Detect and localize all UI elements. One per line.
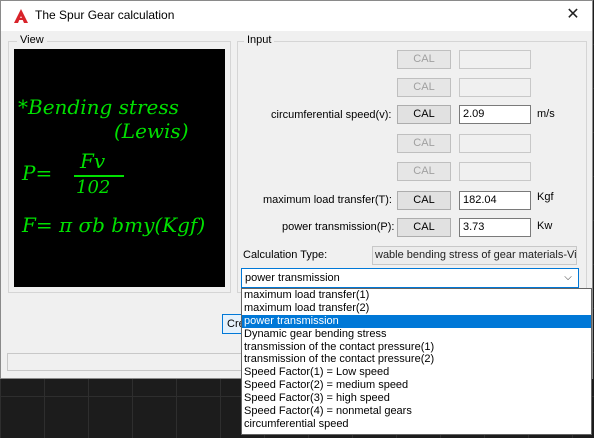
cal-button-5[interactable]: CAL [397,162,451,181]
dropdown-option-highlighted[interactable]: power transmission [242,314,591,328]
circumferential-speed-label: circumferential speed(v): [271,109,392,121]
dropdown-option[interactable]: transmission of the contact pressure(2) [242,353,591,366]
close-button[interactable]: ✕ [558,3,588,27]
max-load-transfer-field[interactable]: 182.04 [459,191,531,210]
cal-button-2[interactable]: CAL [397,78,451,97]
dropdown-option[interactable]: circumferential speed [242,418,591,431]
chevron-down-icon[interactable]: ⌵ [562,269,574,287]
calculation-type-combobox[interactable]: power transmission ⌵ [241,268,579,288]
cal-circumferential-speed-button[interactable]: CAL [397,105,451,124]
calculation-type-dropdown: maximum load transfer(1) maximum load tr… [241,288,592,435]
dropdown-option[interactable]: Dynamic gear bending stress [242,328,591,341]
formula-subtitle: (Lewis) [114,119,189,143]
formula-view: *Bending stress (Lewis) P= Fv 102 F= π σ… [14,49,225,287]
power-transmission-field[interactable]: 3.73 [459,218,531,237]
circumferential-speed-unit: m/s [537,108,555,120]
value-field-4[interactable] [459,134,531,153]
power-transmission-label: power transmission(P): [282,221,395,233]
status-bar [7,353,243,371]
window-title: The Spur Gear calculation [35,8,175,22]
max-load-transfer-unit: Kgf [537,191,554,203]
input-group-label: Input [244,34,275,46]
formula-numerator: Fv [80,149,106,173]
dropdown-option[interactable]: Speed Factor(2) = medium speed [242,379,591,392]
formula-p-equals: P= [22,161,53,185]
formula-force: F= π σb bmy(Kgf) [22,213,206,237]
circumferential-speed-field[interactable]: 2.09 [459,105,531,124]
cal-max-load-transfer-button[interactable]: CAL [397,191,451,210]
calculation-type-label: Calculation Type: [243,249,328,261]
calculation-type-field[interactable]: wable bending stress of gear materials-V… [372,246,577,265]
value-field-2[interactable] [459,78,531,97]
formula-title: *Bending stress [18,95,179,119]
dropdown-option[interactable]: maximum load transfer(2) [242,302,591,315]
dropdown-option[interactable]: Speed Factor(3) = high speed [242,392,591,405]
autocad-logo-icon [14,9,28,23]
formula-denominator: 102 [76,177,111,198]
max-load-transfer-label: maximum load transfer(T): [263,194,392,206]
cal-power-transmission-button[interactable]: CAL [397,218,451,237]
title-bar: The Spur Gear calculation ✕ [1,1,592,31]
value-field-1[interactable] [459,50,531,69]
view-group-label: View [17,34,47,46]
value-field-5[interactable] [459,162,531,181]
power-transmission-unit: Kw [537,220,553,232]
cal-button-4[interactable]: CAL [397,134,451,153]
dropdown-option[interactable]: Speed Factor(1) = Low speed [242,366,591,379]
dropdown-option[interactable]: transmission of the contact pressure(1) [242,341,591,354]
dropdown-option[interactable]: maximum load transfer(1) [242,289,591,302]
cal-button-1[interactable]: CAL [397,50,451,69]
combobox-selected-value: power transmission [245,272,340,284]
dropdown-option[interactable]: Speed Factor(4) = nonmetal gears [242,405,591,418]
